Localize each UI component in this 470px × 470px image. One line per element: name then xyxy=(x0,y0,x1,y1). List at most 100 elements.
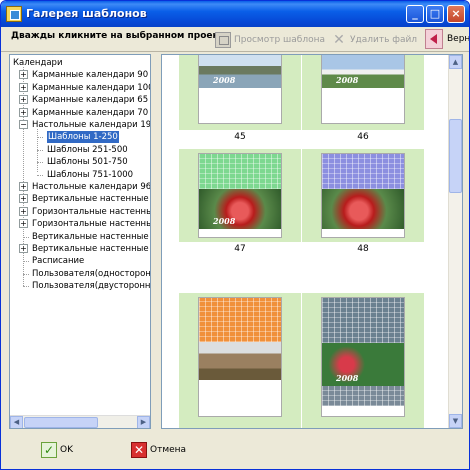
minimize-button[interactable]: _ xyxy=(406,5,424,23)
instruction-text: Дважды кликните на выбранном проекте xyxy=(11,31,230,41)
scroll-right-button[interactable]: ▶ xyxy=(137,416,150,428)
tree-item[interactable]: + Карманные календари 70 мм xyxy=(10,107,150,119)
item-label: Горизонтальные настенные календари xyxy=(32,219,150,230)
app-icon xyxy=(6,6,22,22)
title-bar[interactable]: Галерея шаблонов _ □ × xyxy=(1,1,469,27)
calendar-grid xyxy=(322,386,404,406)
scroll-down-button[interactable]: ▼ xyxy=(449,414,462,428)
calendar-preview xyxy=(198,297,282,417)
item-label: Вертикальные настенные календари xyxy=(32,194,150,205)
scroll-thumb[interactable] xyxy=(24,417,98,428)
expand-icon[interactable]: + xyxy=(19,219,28,229)
tree-item[interactable]: Вертикальные настенные календари xyxy=(10,231,150,243)
thumbnail-number: 46 xyxy=(357,132,369,142)
template-thumbnails: 2008 45 2008 46 2008 47 48 2008 ▲ ▼ xyxy=(161,54,463,429)
tree-item[interactable]: + Карманные календари 65 мм xyxy=(10,94,150,106)
tree-item[interactable]: Расписание xyxy=(10,255,150,267)
collapse-icon[interactable]: − xyxy=(19,120,28,129)
year-label: 2008 xyxy=(213,75,236,85)
tree-connector xyxy=(23,273,29,275)
item-label: Горизонтальные настенные календари xyxy=(32,206,150,217)
calendar-grid xyxy=(199,154,281,189)
calendar-grid xyxy=(199,298,281,342)
expand-icon[interactable]: + xyxy=(19,182,28,191)
checkmark-icon: ✓ xyxy=(41,442,57,458)
item-label: Пользователя(двусторонний) xyxy=(32,281,151,292)
calendar-preview: 2008 xyxy=(321,297,405,417)
tree-subitem[interactable]: Шаблоны 1-250 xyxy=(10,131,150,144)
expand-icon[interactable]: + xyxy=(19,244,28,253)
thumbnail-number: 47 xyxy=(234,244,246,254)
subitem-label: Шаблоны 1-250 xyxy=(47,131,119,144)
preview-template-label: Просмотр шаблона xyxy=(234,35,326,45)
subitem-label: Шаблоны 501-750 xyxy=(47,157,128,168)
tree-subitem[interactable]: Шаблоны 501-750 xyxy=(10,156,150,168)
item-label: Расписание xyxy=(32,256,85,267)
ok-label: OK xyxy=(60,445,73,455)
template-thumbnail[interactable]: 2008 46 xyxy=(302,55,424,144)
tree-subitem[interactable]: Шаблоны 751-1000 xyxy=(10,169,150,181)
maximize-button[interactable]: □ xyxy=(426,5,444,23)
delete-file-button[interactable]: ✕ Удалить файл xyxy=(331,32,417,48)
close-button[interactable]: × xyxy=(447,5,465,23)
calendar-preview: 2008 xyxy=(198,55,282,124)
item-label: Настольные календари 194 мм xyxy=(32,120,151,130)
calendar-grid xyxy=(322,298,404,343)
expand-icon[interactable]: + xyxy=(19,82,28,92)
preview-template-button[interactable]: Просмотр шаблона xyxy=(215,32,325,48)
template-thumbnail[interactable]: 2008 xyxy=(302,293,424,428)
year-label: 2008 xyxy=(336,373,359,383)
tree-item[interactable]: + Вертикальные настенные календари xyxy=(10,243,150,255)
rose-icon xyxy=(322,189,404,229)
expand-icon[interactable]: + xyxy=(19,194,28,204)
expand-icon[interactable]: + xyxy=(19,206,28,216)
tree-item[interactable]: + Настольные календари 96 мм xyxy=(10,181,150,193)
item-label: Настольные календари 96 мм xyxy=(32,182,151,192)
item-label: Карманные календари 100 мм xyxy=(32,82,150,93)
year-label: 2008 xyxy=(336,75,359,85)
tree-connector xyxy=(37,174,43,176)
calendar-preview xyxy=(321,153,405,238)
tree-item[interactable]: + Вертикальные настенные календари xyxy=(10,193,150,205)
coast-icon: 2008 xyxy=(199,55,281,88)
tree-item[interactable]: Пользователя(двусторонний) xyxy=(10,280,150,292)
village-icon: 2008 xyxy=(322,55,404,88)
rose-icon: 2008 xyxy=(199,189,281,229)
template-thumbnail[interactable]: 2008 47 xyxy=(179,149,301,256)
ok-button[interactable]: ✓ OK xyxy=(41,439,73,461)
template-thumbnail[interactable]: 2008 45 xyxy=(179,55,301,144)
template-thumbnail[interactable] xyxy=(179,293,301,428)
scroll-left-button[interactable]: ◀ xyxy=(10,416,23,428)
calendar-preview: 2008 xyxy=(321,55,405,124)
back-button[interactable]: Верну xyxy=(425,29,469,49)
tree-subitem[interactable]: Шаблоны 251-500 xyxy=(10,144,150,156)
cancel-icon: ✕ xyxy=(131,442,147,458)
subitem-label: Шаблоны 751-1000 xyxy=(47,169,134,180)
roses-bush-icon: 2008 xyxy=(322,343,404,386)
tree-item[interactable]: + Карманные календари 100 мм xyxy=(10,82,150,94)
tree-connector xyxy=(23,261,29,263)
tree-connector xyxy=(23,286,29,288)
template-thumbnail[interactable]: 48 xyxy=(302,149,424,256)
back-arrow-icon xyxy=(425,29,443,49)
subitem-label: Шаблоны 251-500 xyxy=(47,144,128,155)
gallery-vertical-scrollbar[interactable]: ▲ ▼ xyxy=(448,55,462,428)
scroll-thumb[interactable] xyxy=(449,119,462,193)
tree-item[interactable]: + Карманные календари 90 мм xyxy=(10,69,150,81)
item-label: Вертикальные настенные календари xyxy=(32,244,150,254)
expand-icon[interactable]: + xyxy=(19,95,28,105)
item-label: Карманные календари 90 мм xyxy=(32,70,151,81)
toolbar-divider xyxy=(1,51,469,52)
calendar-preview: 2008 xyxy=(198,153,282,238)
scroll-up-button[interactable]: ▲ xyxy=(449,55,462,69)
tree-horizontal-scrollbar[interactable]: ◀ ▶ xyxy=(10,415,150,428)
category-tree[interactable]: Календари + Карманные календари 90 мм + Карм… xyxy=(9,54,151,429)
tree-item[interactable]: + Горизонтальные настенные календари xyxy=(10,218,150,230)
cancel-button[interactable]: ✕ Отмена xyxy=(131,439,186,461)
canyon-icon xyxy=(199,342,281,380)
tree-item[interactable]: Пользователя(односторонний) xyxy=(10,268,150,280)
expand-icon[interactable]: + xyxy=(19,70,28,80)
expand-icon[interactable]: + xyxy=(19,107,28,117)
tree-item[interactable]: −Настольные календари 194 мм xyxy=(10,119,150,131)
tree-item[interactable]: + Горизонтальные настенные календари xyxy=(10,206,150,218)
